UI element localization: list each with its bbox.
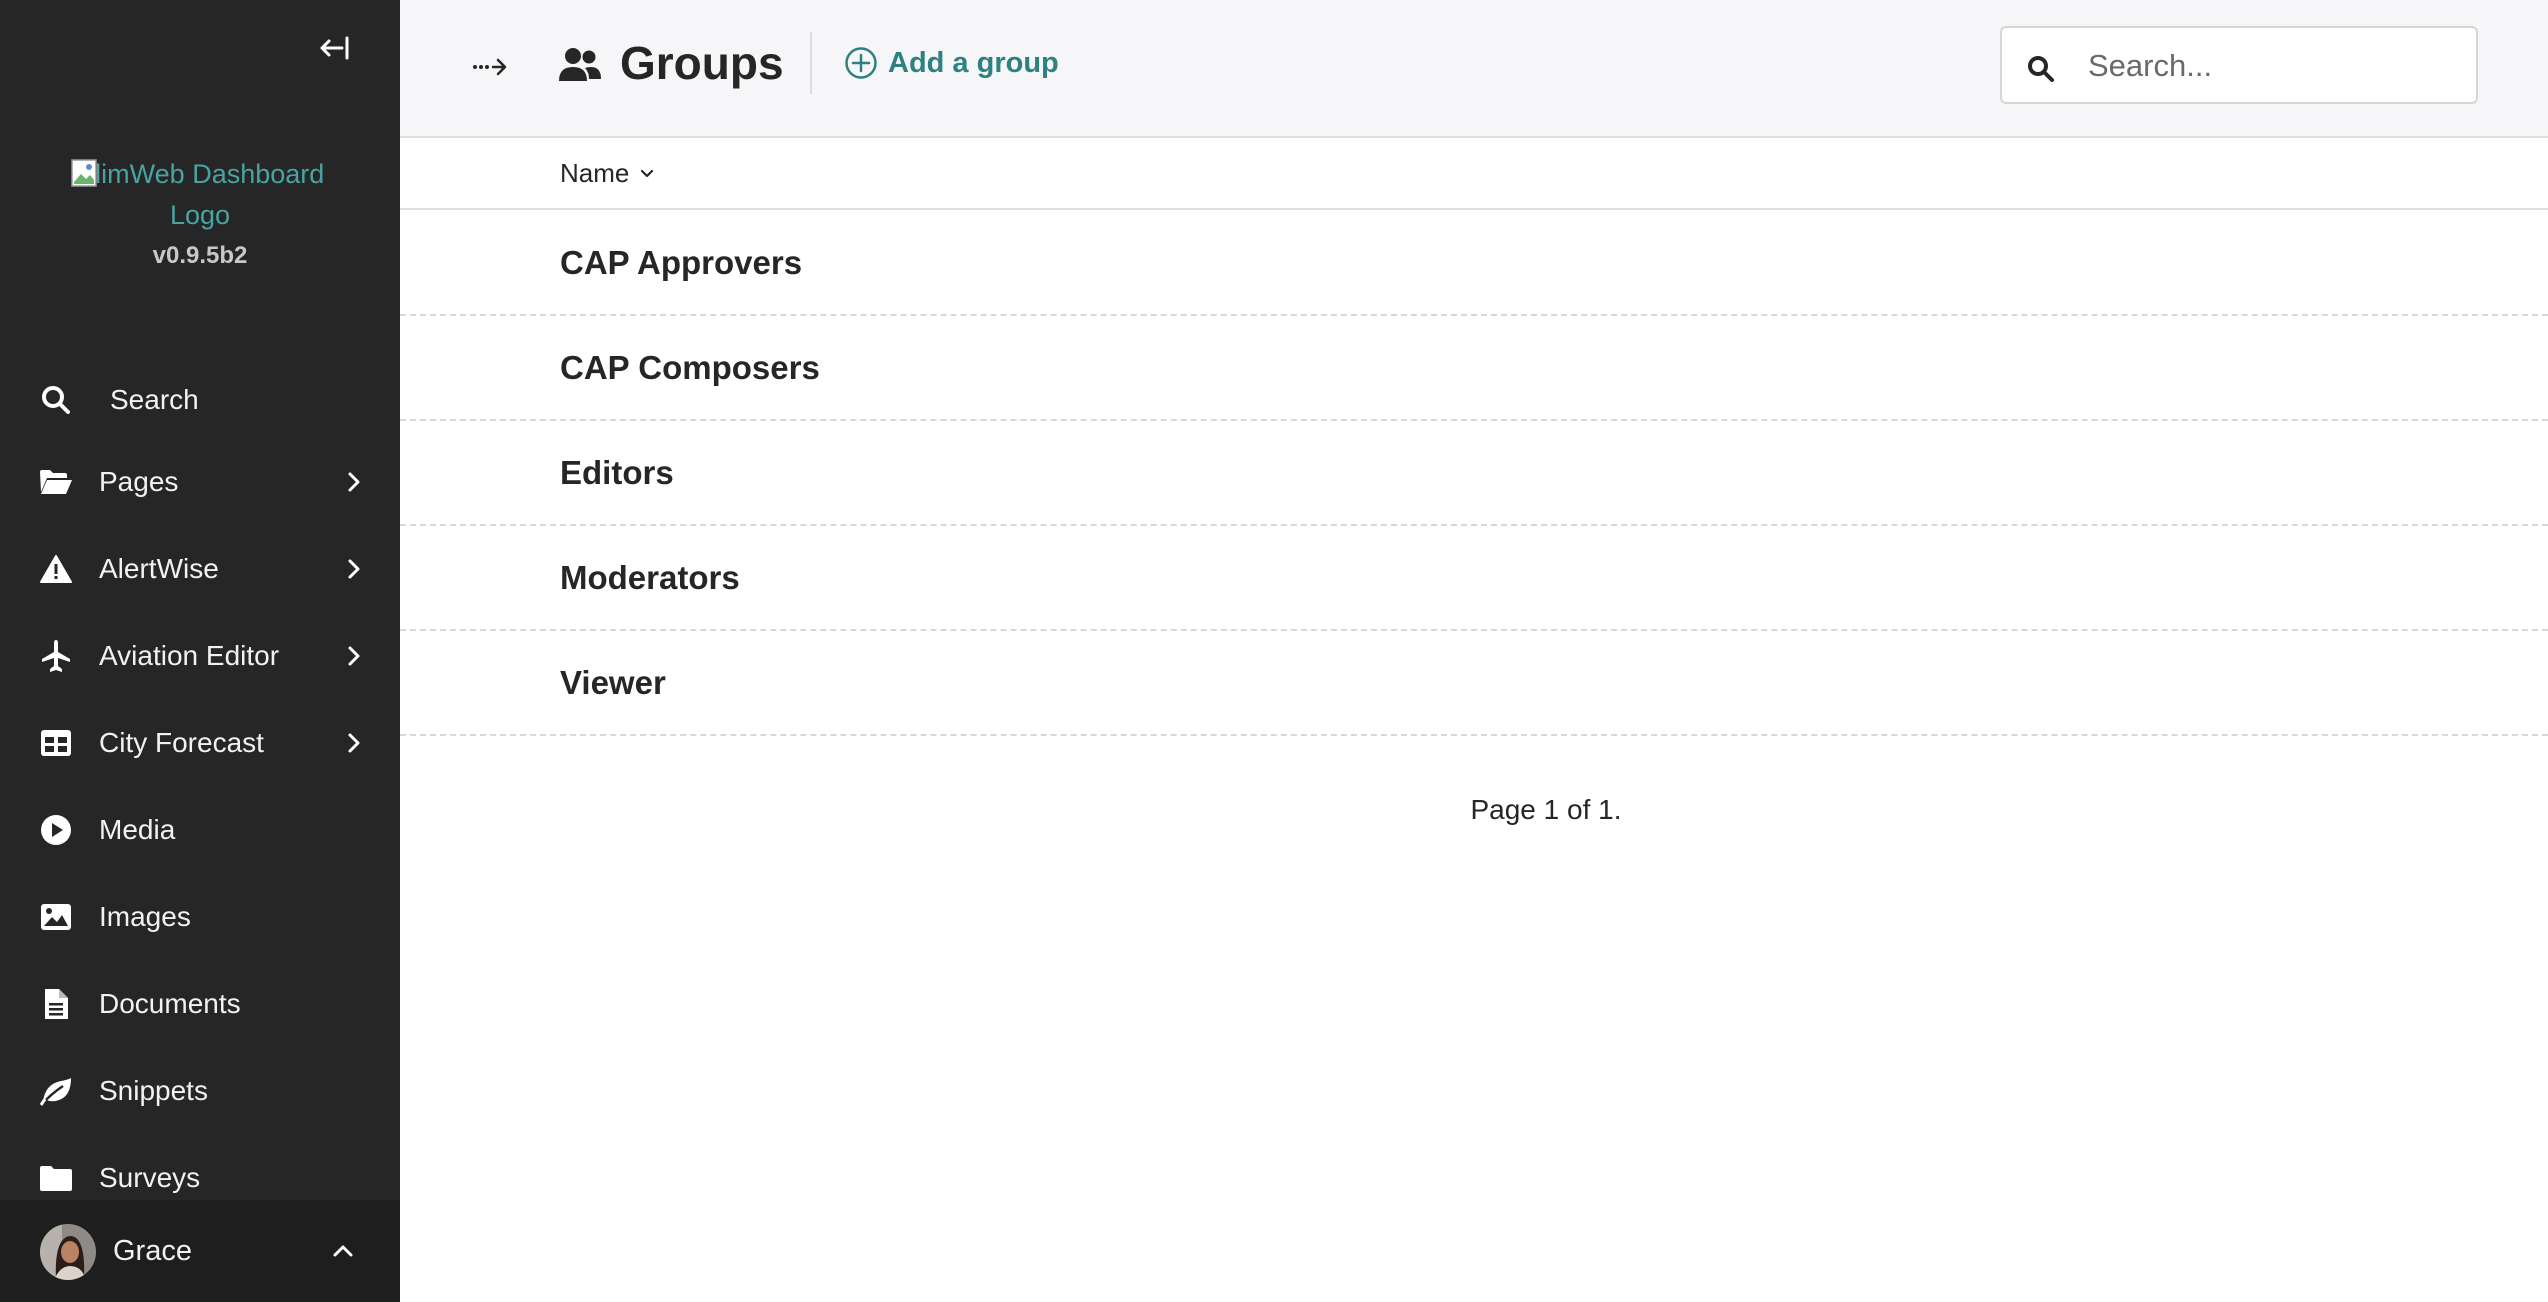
sidebar-item-media[interactable]: Media <box>0 790 400 870</box>
page-header: Groups Add a group <box>400 0 2548 138</box>
sidebar-item-search[interactable]: Search <box>0 360 400 440</box>
table-row[interactable]: Moderators <box>400 525 2548 631</box>
search-icon <box>2028 56 2054 82</box>
sidebar-item-label: Media <box>99 814 176 845</box>
page-title: Groups <box>620 37 784 89</box>
dashboard-logo[interactable]: ClimWeb Dashboard Logo v0.9.5b2 <box>0 154 400 270</box>
folder-open-icon <box>38 464 74 500</box>
breadcrumb-toggle-button[interactable] <box>468 46 512 86</box>
search-box[interactable] <box>2000 26 2478 104</box>
sidebar-item-label: Aviation Editor <box>99 640 280 671</box>
group-name-link[interactable]: Viewer <box>560 664 666 702</box>
chevron-right-icon <box>342 731 366 755</box>
add-group-label: Add a group <box>888 46 1059 79</box>
chevron-right-icon <box>342 557 366 581</box>
sidebar-item-city-forecast[interactable]: City Forecast <box>0 703 400 783</box>
sidebar-item-images[interactable]: Images <box>0 877 400 957</box>
logo-alt-text: ClimWeb Dashboard Logo <box>75 159 325 230</box>
sidebar-item-label: Surveys <box>99 1162 201 1193</box>
play-icon <box>38 812 74 848</box>
table-icon <box>38 725 74 761</box>
table-row[interactable]: Editors <box>400 420 2548 526</box>
column-header-name: Name <box>560 158 630 188</box>
document-icon <box>38 986 74 1022</box>
broken-image-icon <box>71 159 97 187</box>
group-icon <box>559 48 601 81</box>
collapse-sidebar-button[interactable] <box>312 28 356 68</box>
table-header: Name <box>400 138 2548 210</box>
sidebar-item-snippets[interactable]: Snippets <box>0 1051 400 1131</box>
sidebar-item-label: Search <box>110 384 199 415</box>
sidebar-item-label: Snippets <box>99 1075 208 1106</box>
pagination-label: Page 1 of 1. <box>1470 794 1622 825</box>
sidebar-item-documents[interactable]: Documents <box>0 964 400 1044</box>
group-name-link[interactable]: Editors <box>560 454 674 492</box>
folder-icon <box>38 1160 74 1196</box>
add-group-button[interactable]: Add a group <box>844 46 1059 80</box>
search-icon <box>38 382 74 418</box>
sidebar-item-label: Images <box>99 901 191 932</box>
collapse-sidebar-icon <box>320 36 349 60</box>
breadcrumb-expand-icon <box>473 58 507 76</box>
table-row[interactable]: Viewer <box>400 630 2548 736</box>
sidebar-item-pages[interactable]: Pages <box>0 442 400 522</box>
chevron-right-icon <box>342 644 366 668</box>
group-name-link[interactable]: CAP Approvers <box>560 244 802 282</box>
group-name-link[interactable]: Moderators <box>560 559 740 597</box>
sidebar-item-label: Documents <box>99 988 241 1019</box>
snippet-icon <box>38 1073 74 1109</box>
table-row[interactable]: CAP Approvers <box>400 210 2548 316</box>
plus-circle-icon <box>845 47 877 79</box>
sidebar-item-alertwise[interactable]: AlertWise <box>0 529 400 609</box>
version-label: v0.9.5b2 <box>152 242 248 269</box>
account-name: Grace <box>113 1234 192 1267</box>
avatar <box>40 1224 96 1280</box>
search-input[interactable] <box>2086 38 2460 94</box>
plane-icon <box>38 638 74 674</box>
sidebar-item-aviation-editor[interactable]: Aviation Editor <box>0 616 400 696</box>
sort-by-name-button[interactable]: Name <box>560 158 655 189</box>
group-name-link[interactable]: CAP Composers <box>560 349 820 387</box>
chevron-right-icon <box>342 470 366 494</box>
sidebar-item-label: Pages <box>99 466 179 497</box>
image-icon <box>38 899 74 935</box>
sidebar: ClimWeb Dashboard Logo v0.9.5b2 Search P… <box>0 0 400 1302</box>
header-divider <box>810 32 812 94</box>
table-row[interactable]: CAP Composers <box>400 315 2548 421</box>
pagination: Page 1 of 1. <box>400 794 2548 826</box>
sidebar-item-label: City Forecast <box>99 727 264 758</box>
account-menu[interactable]: Grace <box>0 1200 400 1302</box>
chevron-up-icon <box>333 1245 353 1257</box>
chevron-down-icon <box>641 169 654 177</box>
warning-icon <box>38 551 74 587</box>
sidebar-item-label: AlertWise <box>99 553 219 584</box>
